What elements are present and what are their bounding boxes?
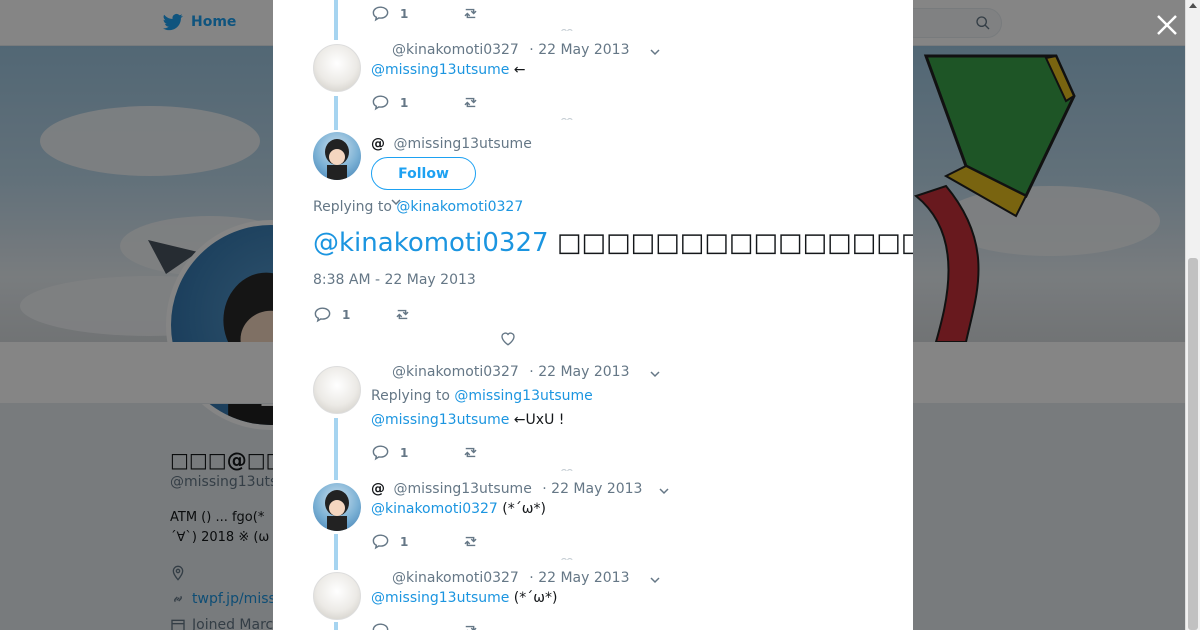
tweet-text: @missing13utsume ←UxU ! <box>371 412 565 428</box>
chevron-down-icon[interactable] <box>650 369 660 379</box>
display-name[interactable]: @ <box>371 481 385 497</box>
retweet-action[interactable] <box>461 532 480 551</box>
avatar[interactable] <box>313 132 361 180</box>
tweet-handle[interactable]: @kinakomoti0327 <box>392 570 519 586</box>
tweet-header: @kinakomoti0327 · 22 May 2013 <box>371 364 629 380</box>
thread-tweet[interactable]: @kinakomoti0327 · 22 May 2013 @missing13… <box>273 40 913 124</box>
tweet-actions: 1 <box>371 4 480 23</box>
scroll-thumb[interactable] <box>1188 258 1198 630</box>
tweet-actions <box>371 621 480 630</box>
replying-to-link[interactable]: @kinakomoti0327 <box>396 199 523 215</box>
reply-action[interactable] <box>371 621 461 630</box>
tweet-handle[interactable]: @missing13utsume <box>393 136 531 152</box>
page-scrollbar[interactable] <box>1185 0 1200 630</box>
avatar[interactable] <box>313 572 361 620</box>
tweet-text: @missing13utsume (*´ω*) <box>371 590 558 606</box>
avatar[interactable] <box>313 366 361 414</box>
retweet-action[interactable] <box>393 305 412 324</box>
avatar[interactable] <box>313 44 361 92</box>
reply-count: 1 <box>400 6 409 21</box>
tweet-date[interactable]: · 22 May 2013 <box>529 42 629 58</box>
reply-count: 1 <box>400 445 409 460</box>
tweet-date[interactable]: · 22 May 2013 <box>542 481 642 497</box>
reply-action[interactable]: 1 <box>371 532 461 551</box>
reply-tweet[interactable]: @kinakomoti0327 · 22 May 2013 @missing13… <box>273 568 913 630</box>
more-replies-icon[interactable]: ⌢⌢ <box>561 115 573 124</box>
replying-to: Replying to @kinakomoti0327 <box>313 199 524 215</box>
reply-action[interactable]: 1 <box>371 443 461 462</box>
follow-button[interactable]: Follow <box>371 157 476 190</box>
retweet-action[interactable] <box>461 4 480 23</box>
mention-link[interactable]: @kinakomoti0327 <box>371 501 498 517</box>
tweet-actions: 1 <box>371 443 480 462</box>
reply-action[interactable]: 1 <box>371 4 461 23</box>
reply-icon <box>372 445 389 461</box>
tweet-timestamp[interactable]: 8:38 AM - 22 May 2013 <box>313 272 476 288</box>
replying-to: Replying to @missing13utsume <box>371 388 593 404</box>
tweet-actions: 1 <box>371 532 480 551</box>
reply-icon <box>372 623 389 630</box>
tweet-header: @ @missing13utsume <box>371 136 532 152</box>
thread-connector <box>334 0 338 40</box>
tweet-actions: 1 <box>371 93 480 112</box>
retweet-action[interactable] <box>461 93 480 112</box>
retweet-action[interactable] <box>461 443 480 462</box>
reply-icon <box>372 6 389 22</box>
retweet-action[interactable] <box>461 621 480 630</box>
reply-count: 1 <box>400 95 409 110</box>
mention-link[interactable]: @missing13utsume <box>371 412 509 428</box>
retweet-icon <box>464 536 477 547</box>
tweet-permalink-modal: 1 ⌢⌢ @kinakomoti0327 · 22 May 2013 @miss… <box>273 0 913 630</box>
close-icon[interactable] <box>1155 13 1179 37</box>
avatar-illustration <box>325 139 349 180</box>
avatar[interactable] <box>313 483 361 531</box>
display-name[interactable]: @ <box>371 136 385 152</box>
retweet-icon <box>464 447 477 458</box>
reply-tweet[interactable]: @kinakomoti0327 · 22 May 2013 Replying t… <box>273 362 913 475</box>
tweet-date[interactable]: · 22 May 2013 <box>529 364 629 380</box>
retweet-icon <box>396 309 409 320</box>
more-replies-icon[interactable]: ⌢⌢ <box>561 466 573 475</box>
like-heart-icon[interactable] <box>499 329 517 347</box>
chevron-down-icon[interactable] <box>650 575 660 585</box>
avatar-illustration <box>325 490 349 531</box>
retweet-icon <box>464 97 477 108</box>
more-replies-icon[interactable]: ⌢⌢ <box>561 555 573 564</box>
scroll-up-arrow[interactable] <box>1189 3 1197 8</box>
reply-tweet[interactable]: @ @missing13utsume · 22 May 2013 @kinako… <box>273 479 913 564</box>
tweet-text: @kinakomoti0327 (*´ω*) <box>371 501 546 517</box>
reply-count: 1 <box>400 534 409 549</box>
retweet-icon <box>465 625 477 630</box>
tweet-date[interactable]: · 22 May 2013 <box>529 570 629 586</box>
mention-link[interactable]: @missing13utsume <box>371 590 509 606</box>
reply-icon <box>372 95 389 111</box>
reply-action[interactable]: 1 <box>371 93 461 112</box>
tweet-handle[interactable]: @missing13utsume <box>393 481 531 497</box>
retweet-icon <box>464 8 477 19</box>
chevron-down-icon[interactable] <box>650 47 660 57</box>
more-replies-icon[interactable]: ⌢⌢ <box>561 26 573 35</box>
chevron-down-icon[interactable] <box>659 486 669 496</box>
tweet-handle[interactable]: @kinakomoti0327 <box>392 42 519 58</box>
tweet-handle[interactable]: @kinakomoti0327 <box>392 364 519 380</box>
reply-count: 1 <box>342 307 351 322</box>
mention-link[interactable]: @missing13utsume <box>371 62 509 78</box>
reply-icon <box>372 534 389 550</box>
reply-action[interactable]: 1 <box>313 305 393 324</box>
reply-icon <box>314 307 331 323</box>
replying-to-link[interactable]: @missing13utsume <box>454 388 592 404</box>
tweet-text: @missing13utsume ← <box>371 62 526 78</box>
main-tweet-text: @kinakomoti0327 □□□□□□□□□□□□□□□□□□□□□□□□… <box>313 228 913 258</box>
mention-link[interactable]: @kinakomoti0327 <box>313 228 549 258</box>
tweet-header: @kinakomoti0327 · 22 May 2013 <box>371 570 629 586</box>
main-tweet-actions: 1 <box>313 305 412 324</box>
tweet-header: @ @missing13utsume · 22 May 2013 <box>371 481 642 497</box>
tweet-header: @kinakomoti0327 · 22 May 2013 <box>371 42 629 58</box>
